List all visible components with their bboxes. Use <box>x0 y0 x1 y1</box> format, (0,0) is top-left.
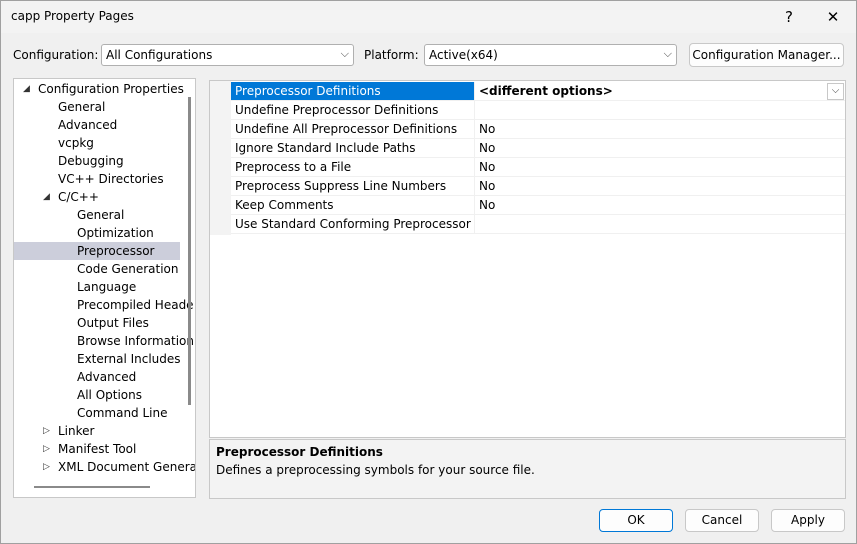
expanded-triangle-icon[interactable]: ◢ <box>23 80 30 98</box>
tree-node-label: Browse Information <box>77 334 194 348</box>
property-row[interactable]: Undefine Preprocessor Definitions <box>231 101 845 120</box>
property-pages-window: capp Property Pages ? ✕ Configuration: A… <box>0 0 857 544</box>
property-row[interactable]: Preprocessor Definitions <different optio… <box>231 82 845 101</box>
platform-label: Platform: <box>364 48 419 62</box>
configuration-value: All Configurations <box>106 48 213 62</box>
tree-node[interactable]: Debugging <box>14 152 184 170</box>
collapsed-triangle-icon[interactable]: ▷ <box>43 422 50 440</box>
tree-node[interactable]: ▷ Linker <box>14 422 184 440</box>
property-grid[interactable]: Preprocessor Definitions <different optio… <box>209 80 846 438</box>
property-value[interactable]: No <box>479 196 495 214</box>
tree-node-label: Advanced <box>58 118 118 132</box>
tree-node-label: General <box>58 100 106 114</box>
description-panel: Preprocessor Definitions Defines a prepr… <box>209 439 846 499</box>
tree-node[interactable]: Preprocessor <box>14 242 180 260</box>
tree-node-label: Optimization <box>77 226 154 240</box>
cancel-button[interactable]: Cancel <box>685 509 759 532</box>
tree-node[interactable]: ▷ Manifest Tool <box>14 440 184 458</box>
tree-node-label: Linker <box>58 424 95 438</box>
tree-node-label: Language <box>77 280 137 294</box>
tree-node[interactable]: Precompiled Heade <box>14 296 194 314</box>
value-dropdown-icon[interactable]: ⌵ <box>827 83 844 100</box>
tree-node[interactable]: General <box>14 206 184 224</box>
tree-node[interactable]: ◢ Configuration Properties <box>14 80 184 98</box>
tree-node[interactable]: ▷ XML Document Genera <box>14 458 195 476</box>
property-name: Undefine All Preprocessor Definitions <box>231 120 475 138</box>
property-value[interactable]: No <box>479 139 495 157</box>
grid-gutter <box>210 81 231 235</box>
property-row[interactable]: Use Standard Conforming Preprocessor <box>231 215 845 234</box>
tree-node[interactable]: External Includes <box>14 350 184 368</box>
collapsed-triangle-icon[interactable]: ▷ <box>43 458 50 476</box>
tree-node-label: Command Line <box>77 406 168 420</box>
configuration-select[interactable]: All Configurations ⌵ <box>101 44 354 66</box>
property-value[interactable]: <different options> <box>479 82 613 100</box>
platform-value: Active(x64) <box>429 48 498 62</box>
tree-node-label: All Options <box>77 388 142 402</box>
chevron-down-icon: ⌵ <box>663 47 672 60</box>
tree-node[interactable]: Code Generation <box>14 260 184 278</box>
tree-node-label: Debugging <box>58 154 124 168</box>
expanded-triangle-icon[interactable]: ◢ <box>43 188 50 206</box>
property-row[interactable]: Keep Comments No <box>231 196 845 215</box>
close-button[interactable]: ✕ <box>813 1 853 33</box>
tree-node[interactable]: VC++ Directories <box>14 170 184 188</box>
property-value[interactable]: No <box>479 158 495 176</box>
tree-node-label: Output Files <box>77 316 149 330</box>
close-icon: ✕ <box>826 8 840 26</box>
tree-node[interactable]: Language <box>14 278 184 296</box>
description-text: Defines a preprocessing symbols for your… <box>216 463 535 477</box>
property-name: Use Standard Conforming Preprocessor <box>231 215 475 233</box>
tree-node-label: Manifest Tool <box>58 442 137 456</box>
vertical-scrollbar[interactable] <box>188 97 191 405</box>
property-tree[interactable]: ◢ Configuration Properties General Advanced… <box>13 78 196 498</box>
tree-node[interactable]: General <box>14 98 184 116</box>
tree-node-label: Advanced <box>77 370 137 384</box>
tree-node-label: C/C++ <box>58 190 99 204</box>
property-name: Ignore Standard Include Paths <box>231 139 475 157</box>
property-value[interactable]: No <box>479 177 495 195</box>
tree-node-label: VC++ Directories <box>58 172 164 186</box>
tree-node-label: Configuration Properties <box>38 82 184 96</box>
property-row[interactable]: Preprocess Suppress Line Numbers No <box>231 177 845 196</box>
property-name: Preprocess to a File <box>231 158 475 176</box>
property-value[interactable]: No <box>479 120 495 138</box>
platform-select[interactable]: Active(x64) ⌵ <box>424 44 677 66</box>
window-title: capp Property Pages <box>11 9 134 23</box>
tree-node-label: XML Document Genera <box>58 460 196 474</box>
tree-node[interactable]: Command Line <box>14 404 184 422</box>
configuration-manager-button[interactable]: Configuration Manager... <box>689 43 844 67</box>
property-name: Keep Comments <box>231 196 475 214</box>
tree-node-label: Preprocessor <box>77 244 155 258</box>
collapsed-triangle-icon[interactable]: ▷ <box>43 440 50 458</box>
tree-node-label: vcpkg <box>58 136 94 150</box>
horizontal-scrollbar[interactable] <box>34 486 150 488</box>
tree-node[interactable]: vcpkg <box>14 134 184 152</box>
tree-node-label: Code Generation <box>77 262 179 276</box>
tree-node[interactable]: Browse Information <box>14 332 194 350</box>
tree-node-label: General <box>77 208 125 222</box>
property-row[interactable]: Undefine All Preprocessor Definitions No <box>231 120 845 139</box>
configuration-label: Configuration: <box>13 48 99 62</box>
property-name: Preprocess Suppress Line Numbers <box>231 177 475 195</box>
tree-node[interactable]: All Options <box>14 386 184 404</box>
ok-button[interactable]: OK <box>599 509 673 532</box>
property-name: Preprocessor Definitions <box>231 82 475 100</box>
tree-node[interactable]: Advanced <box>14 116 184 134</box>
property-name: Undefine Preprocessor Definitions <box>231 101 475 119</box>
chevron-down-icon: ⌵ <box>340 47 349 60</box>
tree-node[interactable]: Output Files <box>14 314 184 332</box>
tree-node[interactable]: Advanced <box>14 368 184 386</box>
property-row[interactable]: Ignore Standard Include Paths No <box>231 139 845 158</box>
tree-node[interactable]: ◢ C/C++ <box>14 188 184 206</box>
tree-node-label: Precompiled Heade <box>77 298 194 312</box>
apply-button[interactable]: Apply <box>771 509 845 532</box>
tree-node-label: External Includes <box>77 352 181 366</box>
title-bar: capp Property Pages ? ✕ <box>1 1 856 33</box>
tree-node[interactable]: Optimization <box>14 224 184 242</box>
property-row[interactable]: Preprocess to a File No <box>231 158 845 177</box>
description-title: Preprocessor Definitions <box>216 445 383 459</box>
help-button[interactable]: ? <box>769 1 809 33</box>
